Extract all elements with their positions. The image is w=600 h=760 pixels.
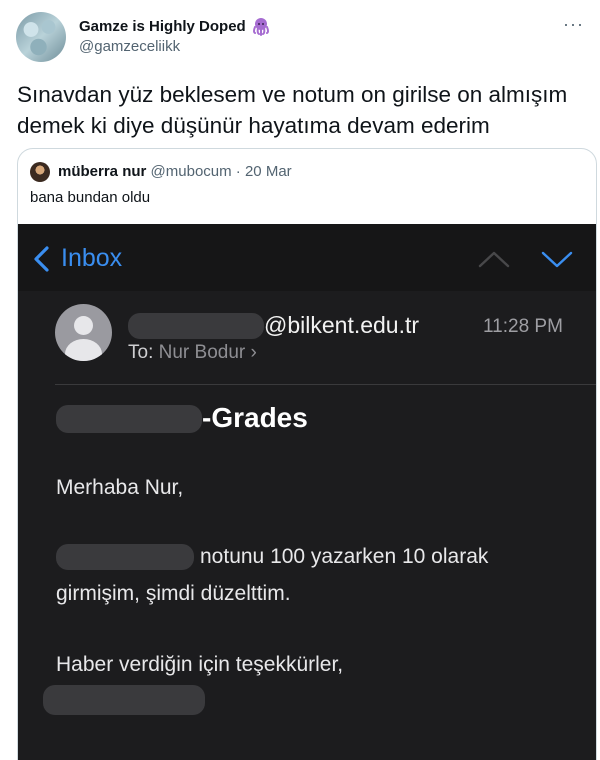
mail-subject: -Grades: [202, 402, 308, 433]
quoted-tweet-card[interactable]: müberra nur @mubocum · 20 Mar bana bunda…: [17, 148, 597, 760]
chevron-down-icon[interactable]: [541, 250, 573, 268]
author-avatar[interactable]: [16, 12, 66, 62]
author-handle[interactable]: @gamzeceliikk: [79, 38, 180, 55]
mail-closing: Haber verdiğin için teşekkürler,: [56, 653, 344, 676]
tweet-text: Sınavdan yüz beklesem ve notum on girils…: [17, 82, 568, 138]
quoted-author-handle: @mubocum: [150, 163, 232, 180]
redacted-course-name: [56, 544, 194, 570]
octopus-icon: [252, 18, 269, 36]
author-name-text: Gamze is Highly Doped: [79, 17, 246, 35]
mail-time: 11:28 PM: [483, 316, 563, 337]
quoted-date: 20 Mar: [244, 163, 292, 180]
to-line[interactable]: To: Nur Bodur ›: [128, 342, 257, 364]
quoted-tweet-text: bana bundan oldu: [30, 189, 151, 206]
mail-body-line-1: notunu 100 yazarken 10 olarak: [200, 545, 489, 568]
sender-avatar: [55, 304, 112, 361]
mail-greeting: Merhaba Nur,: [56, 476, 184, 499]
author-display-name[interactable]: Gamze is Highly Doped: [79, 16, 271, 36]
redacted-signature: [43, 685, 205, 715]
quoted-author-avatar: [30, 162, 50, 182]
redacted-course-code: [56, 405, 202, 433]
redacted-sender-name: [128, 313, 264, 339]
quoted-author-name: müberra nur: [58, 163, 147, 180]
recipient-name: Nur Bodur: [158, 342, 246, 363]
recipient-chevron-icon: ›: [250, 342, 257, 363]
header-divider: [55, 384, 596, 385]
chevron-up-icon[interactable]: [478, 250, 510, 268]
inbox-back-button[interactable]: Inbox: [61, 244, 122, 273]
avatar-body-shape: [65, 339, 102, 361]
to-label: To:: [128, 342, 154, 363]
back-chevron-icon[interactable]: [32, 245, 50, 273]
mail-body-line-2: girmişim, şimdi düzelttim.: [56, 582, 291, 605]
mail-nav-bar: Inbox: [18, 224, 596, 291]
quoted-separator: ·: [235, 163, 241, 180]
mail-screenshot[interactable]: Inbox @bilkent.edu.tr 11:28 PM To: Nur B…: [18, 224, 596, 760]
quoted-tweet-header: müberra nur @mubocum · 20 Mar: [58, 163, 292, 180]
avatar-head-shape: [74, 316, 93, 335]
sender-domain: @bilkent.edu.tr: [264, 312, 420, 338]
more-options-icon[interactable]: ···: [563, 14, 584, 35]
